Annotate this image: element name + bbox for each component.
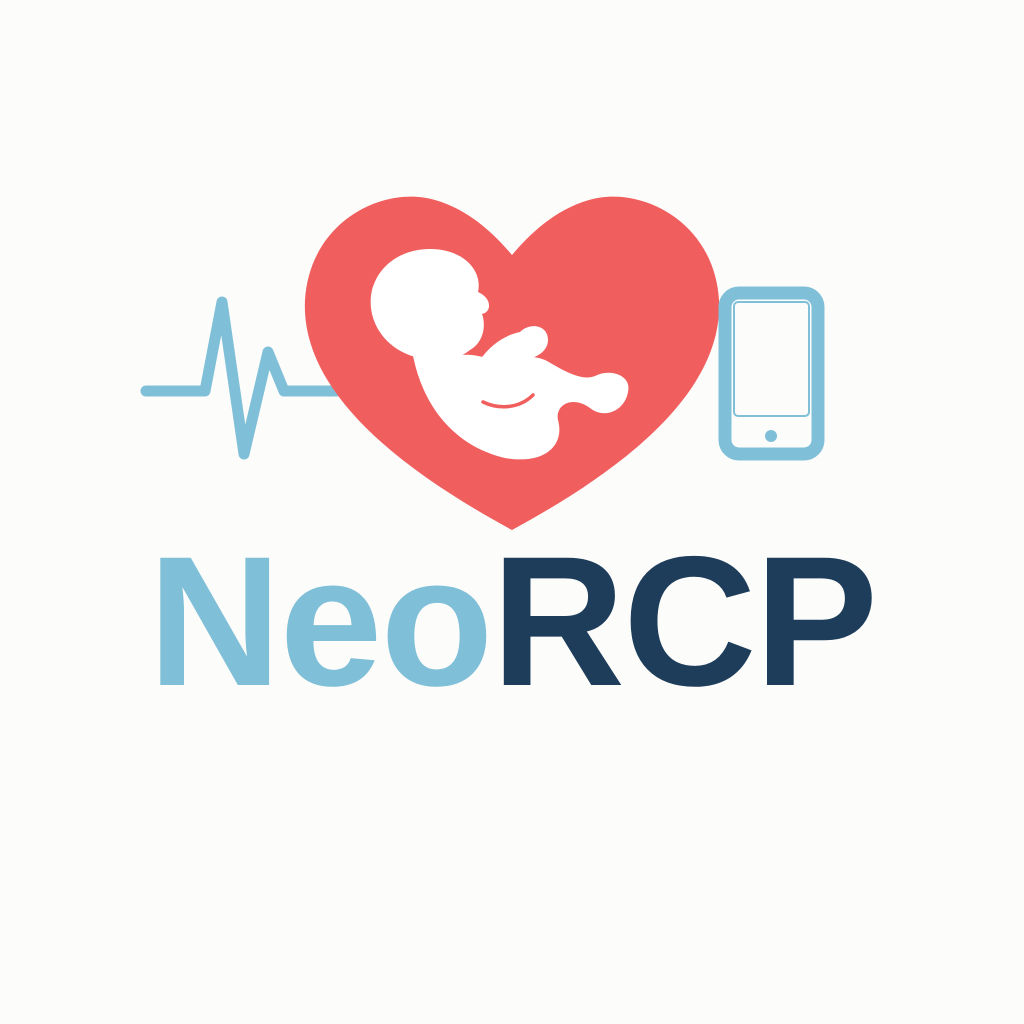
logo-canvas: NeoRCP	[0, 0, 1024, 1024]
brand-name-rcp: RCP	[491, 519, 878, 725]
phone-screen	[733, 301, 810, 417]
logo-mark	[140, 196, 825, 531]
phone-home-button	[765, 430, 777, 442]
brand-wordmark: NeoRCP	[0, 530, 1024, 715]
phone-body	[718, 286, 825, 461]
smartphone-icon	[718, 286, 825, 461]
brand-name-neo: Neo	[147, 519, 493, 725]
